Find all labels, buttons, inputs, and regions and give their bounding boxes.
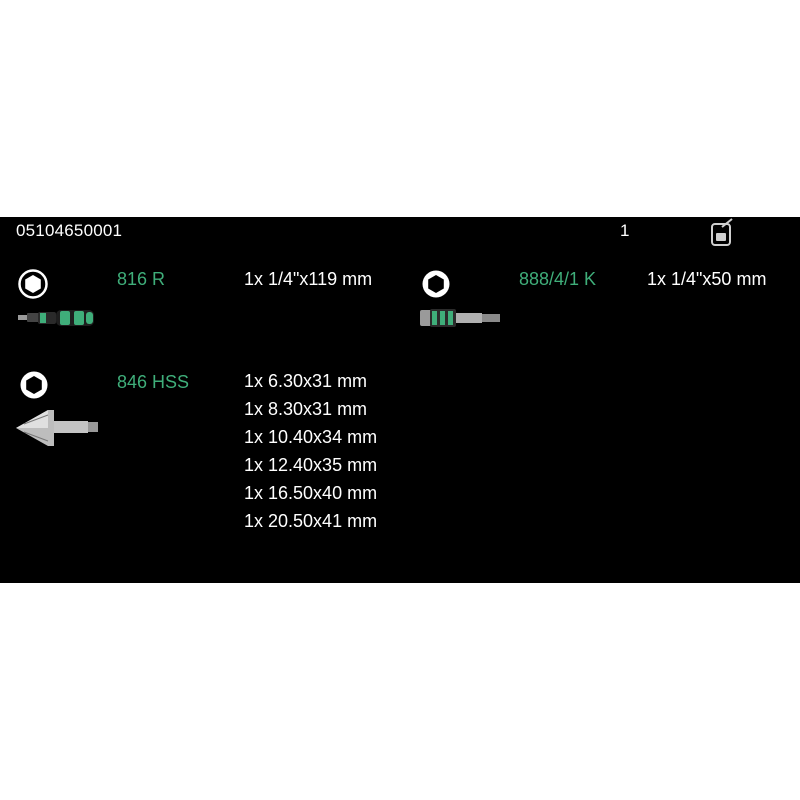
spec-line: 1x 10.40x34 mm <box>244 427 378 447</box>
spec-line: 1x 6.30x31 mm <box>244 371 368 391</box>
spec-line: 1x 8.30x31 mm <box>244 399 368 419</box>
hex-socket-icon <box>422 270 450 298</box>
bit-holder-888-image <box>420 309 500 327</box>
packaging-box-icon <box>711 218 733 246</box>
spec-line: 1x 12.40x35 mm <box>244 455 378 475</box>
hex-socket-icon <box>18 269 48 299</box>
countersink-846-image <box>16 410 98 446</box>
spec-line: 1x 1/4"x119 mm <box>244 269 373 289</box>
product-name: 816 R <box>117 269 166 289</box>
hex-socket-icon <box>20 371 48 399</box>
spec-line: 1x 1/4"x50 mm <box>647 269 767 289</box>
quantity: 1 <box>620 221 630 240</box>
article-number: 05104650001 <box>16 221 123 240</box>
product-name: 846 HSS <box>117 372 190 392</box>
spec-line: 1x 20.50x41 mm <box>244 511 378 531</box>
product-name: 888/4/1 K <box>519 269 597 289</box>
spec-line: 1x 16.50x40 mm <box>244 483 378 503</box>
contents-panel: 05104650001 1 816 R 1x 1/4"x119 mm 888/4… <box>0 217 800 583</box>
bit-holder-816r-image <box>18 310 94 326</box>
